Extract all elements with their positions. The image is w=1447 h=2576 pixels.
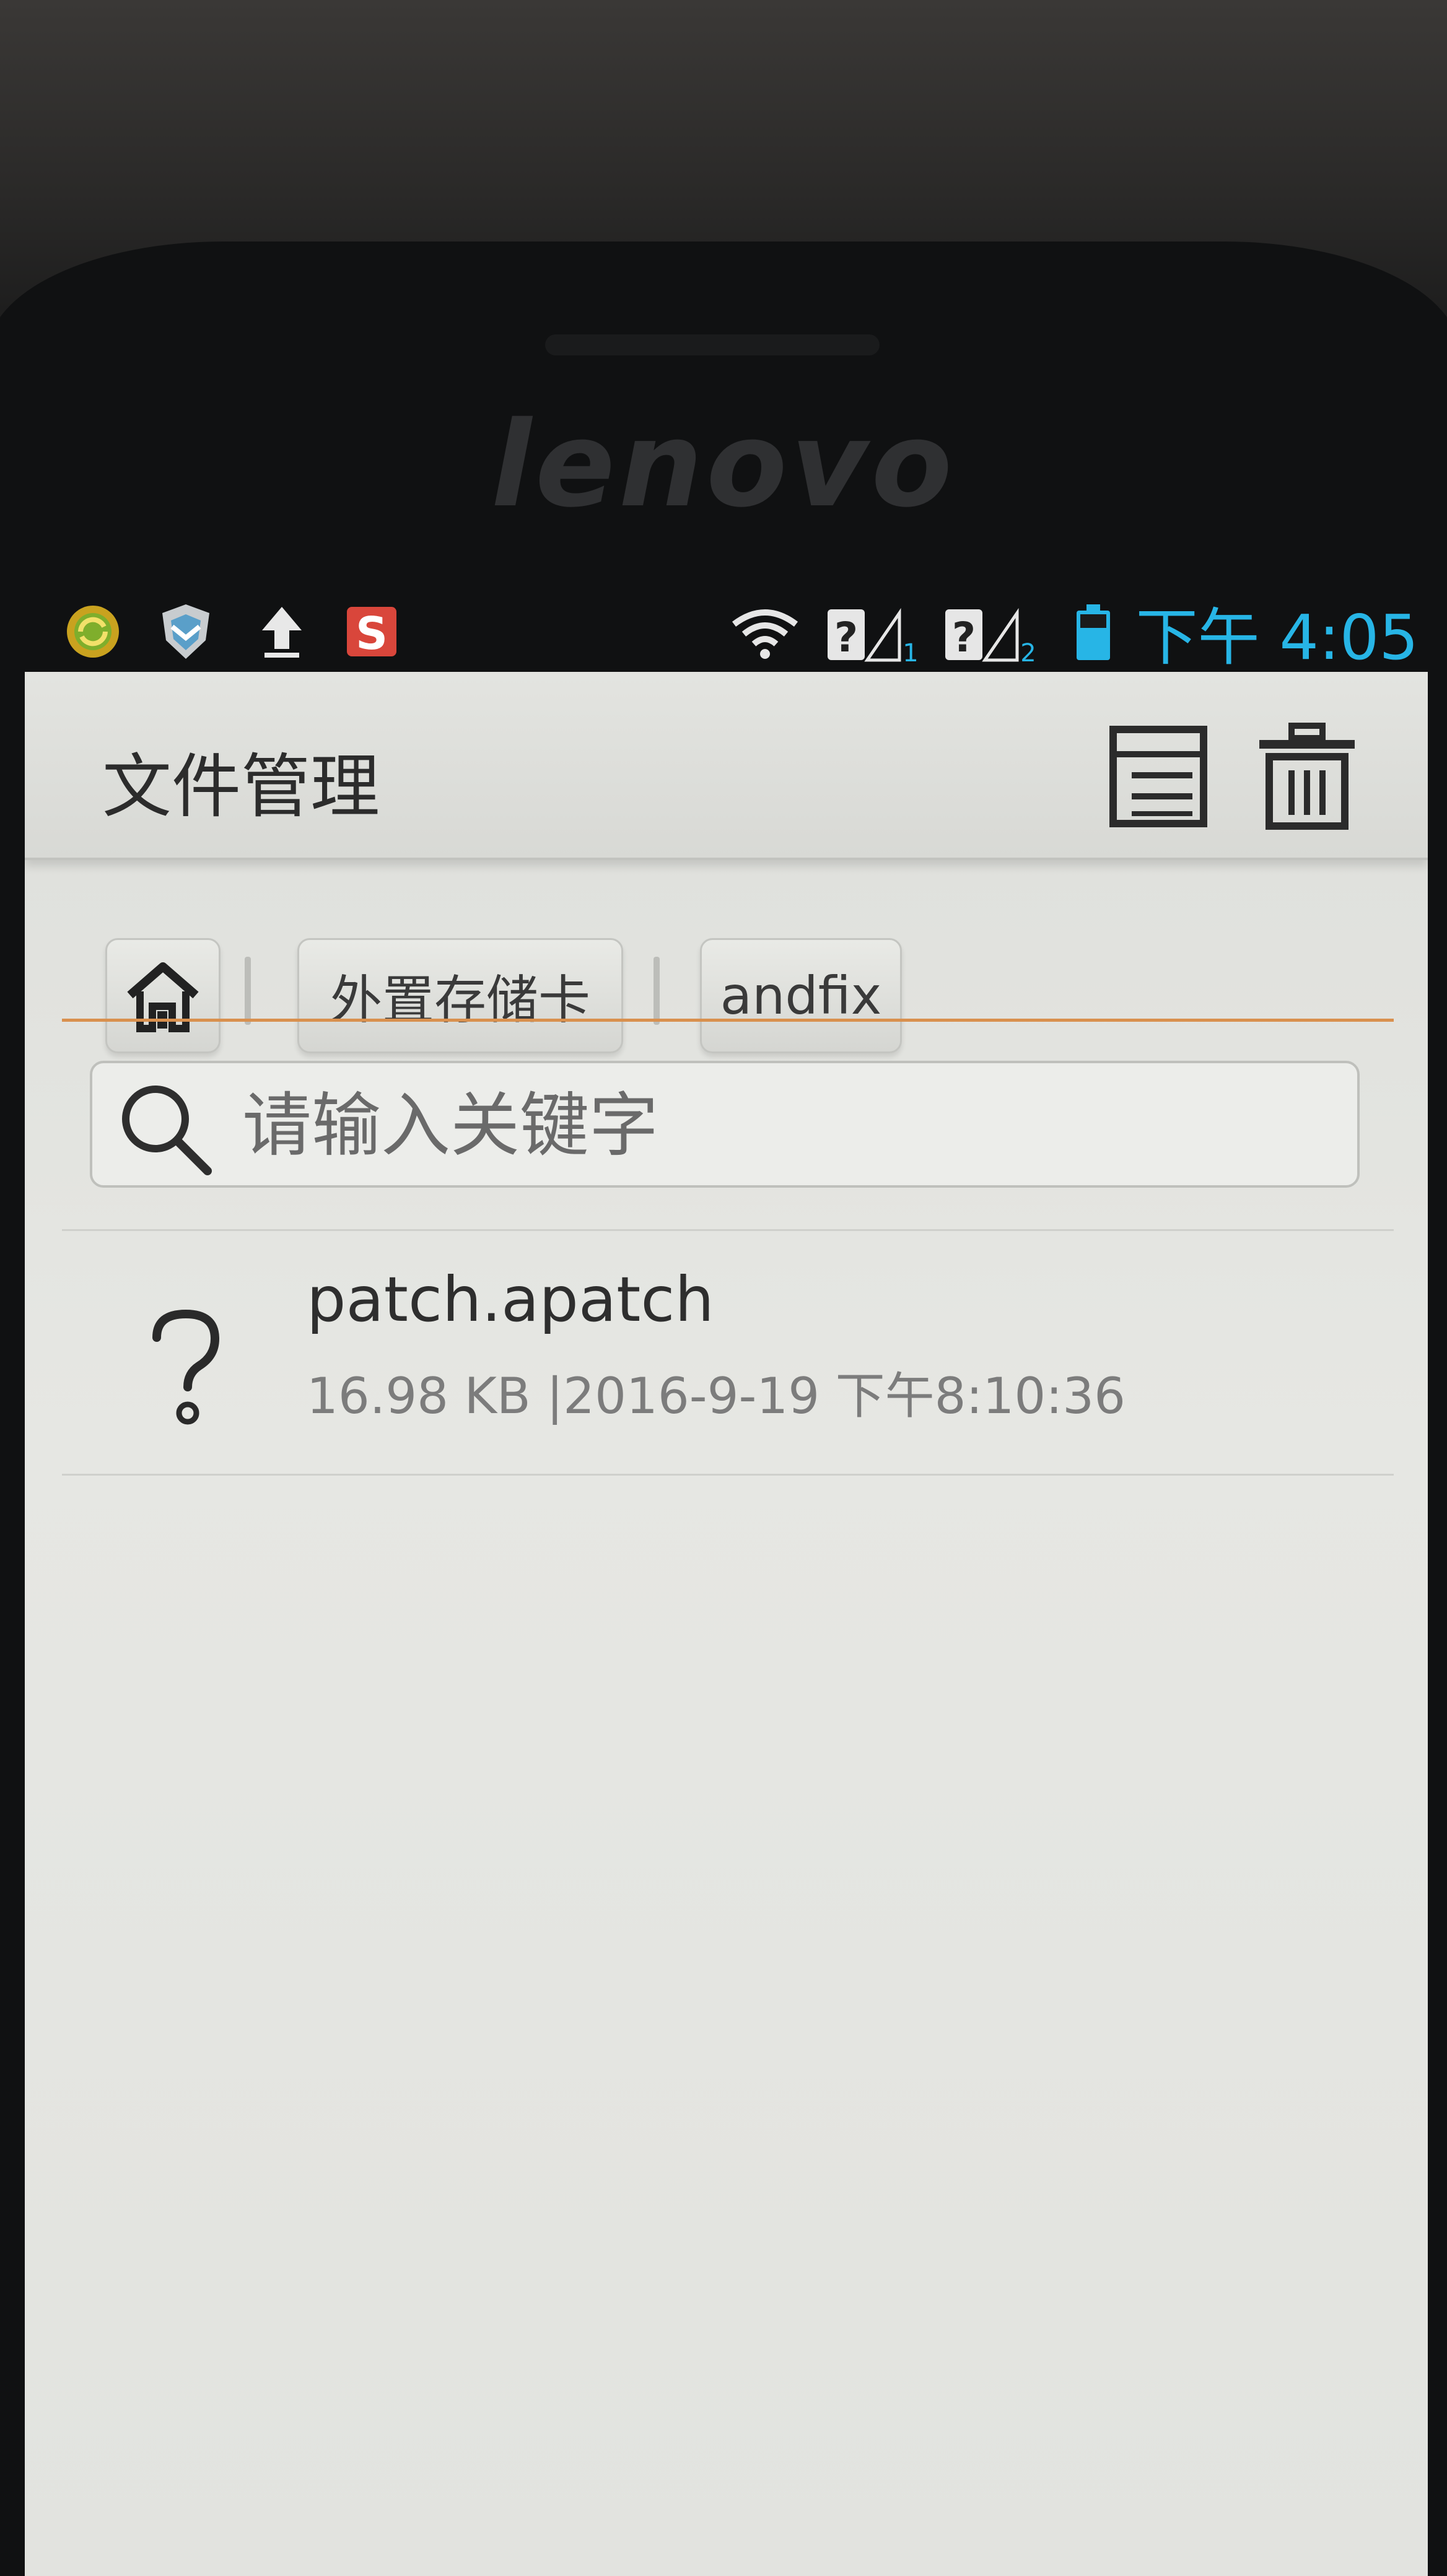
delete-icon[interactable]: [1248, 718, 1366, 836]
unknown-file-icon: [152, 1309, 220, 1425]
sim1-unknown-signal-icon[interactable]: ? 1: [824, 601, 917, 663]
list-divider-bottom: [62, 1474, 1394, 1476]
svg-text:?: ?: [834, 614, 858, 661]
sync-app-icon[interactable]: [62, 601, 124, 663]
svg-text:S: S: [356, 607, 388, 659]
list-item[interactable]: patch.apatch 16.98 KB |2016-9-19 下午8:10:…: [25, 1232, 1428, 1474]
breadcrumb-home[interactable]: [105, 938, 221, 1053]
page-title: 文件管理: [102, 747, 380, 827]
wifi-icon[interactable]: [728, 601, 802, 663]
earpiece: [545, 334, 880, 355]
home-icon: [127, 962, 199, 1032]
svg-text:2: 2: [1020, 639, 1034, 663]
breadcrumb: 外置存储卡 andfix: [25, 858, 1428, 1068]
search-input[interactable]: [241, 1076, 1296, 1176]
sim2-unknown-signal-icon[interactable]: ? 2: [942, 601, 1034, 663]
battery-icon[interactable]: [1072, 601, 1115, 663]
upload-icon[interactable]: [251, 601, 313, 663]
photo-frame: lenovo S ? 1 ? 2 下午 4:05 文件管理 外置存储卡 andf…: [0, 0, 1447, 2576]
list-view-icon[interactable]: [1099, 718, 1217, 836]
svg-text:?: ?: [952, 614, 976, 661]
status-bar: S ? 1 ? 2 下午 4:05: [25, 582, 1425, 674]
breadcrumb-separator: [654, 957, 660, 1025]
s-app-icon[interactable]: S: [341, 601, 403, 663]
shield-app-icon[interactable]: [155, 601, 217, 663]
breadcrumb-andfix[interactable]: andfix: [700, 938, 902, 1053]
action-bar: 文件管理: [25, 672, 1428, 860]
list-divider-top: [62, 1229, 1394, 1231]
search-box[interactable]: [90, 1061, 1360, 1188]
search-icon: [122, 1086, 212, 1175]
app-screen: 文件管理 外置存储卡 andfix 请输入关键字 patch.apatch 16…: [25, 672, 1428, 2576]
accent-divider: [62, 1019, 1394, 1022]
status-time: 下午 4:05: [1135, 601, 1419, 674]
breadcrumb-separator: [245, 957, 251, 1025]
breadcrumb-external-sd[interactable]: 外置存储卡: [297, 938, 623, 1053]
file-name: patch.apatch: [307, 1263, 714, 1336]
file-meta: 16.98 KB |2016-9-19 下午8:10:36: [307, 1367, 1126, 1425]
svg-text:1: 1: [903, 639, 917, 663]
brand-logo: lenovo: [491, 396, 956, 533]
